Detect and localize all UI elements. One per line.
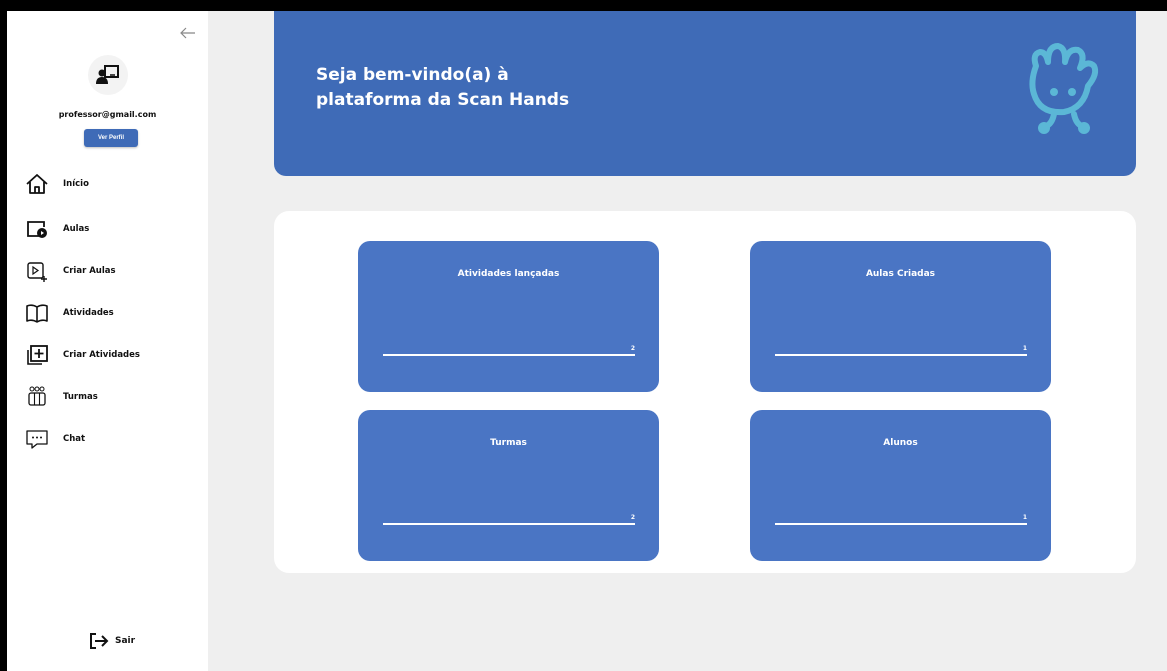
- sidebar-item-turmas[interactable]: Turmas: [25, 384, 98, 410]
- sidebar-item-label: Criar Atividades: [63, 350, 140, 360]
- card-count: 2: [630, 345, 635, 352]
- teacher-icon: [96, 65, 119, 84]
- chat-icon: [25, 426, 55, 452]
- card-divider: [775, 523, 1027, 525]
- card-divider: [383, 523, 635, 525]
- classes-icon: [25, 384, 55, 410]
- logout-icon: [90, 633, 109, 649]
- home-icon: [25, 171, 55, 197]
- card-title: Aulas Criadas: [865, 269, 936, 279]
- sidebar-item-inicio[interactable]: Início: [25, 171, 89, 197]
- welcome-banner: Seja bem-vindo(a) à plataforma da Scan H…: [274, 11, 1136, 176]
- sidebar-item-chat[interactable]: Chat: [25, 426, 85, 452]
- welcome-title: Seja bem-vindo(a) à plataforma da Scan H…: [316, 63, 569, 113]
- sidebar: professor@gmail.com Ver Perfil Início Au…: [7, 11, 208, 671]
- card-count: 1: [1022, 345, 1027, 352]
- sidebar-item-criar-aulas[interactable]: Criar Aulas: [25, 258, 116, 284]
- sidebar-item-aulas[interactable]: Aulas: [25, 216, 89, 242]
- avatar: [88, 55, 128, 95]
- collapse-sidebar-button[interactable]: [179, 25, 197, 41]
- create-video-icon: [25, 258, 55, 284]
- sidebar-item-label: Atividades: [63, 308, 114, 318]
- card-atividades-lancadas[interactable]: Atividades lançadas 2: [358, 241, 659, 392]
- sidebar-item-label: Início: [63, 179, 89, 189]
- card-divider: [775, 354, 1027, 356]
- sidebar-item-label: Turmas: [63, 392, 98, 402]
- sidebar-item-atividades[interactable]: Atividades: [25, 300, 114, 326]
- stats-panel: Atividades lançadas 2 Aulas Criadas 1 Tu…: [274, 211, 1136, 573]
- card-title: Alunos: [883, 438, 918, 448]
- video-lessons-icon: [25, 216, 55, 242]
- sidebar-item-label: Criar Aulas: [63, 266, 116, 276]
- book-icon: [25, 300, 55, 326]
- card-turmas[interactable]: Turmas 2: [358, 410, 659, 561]
- card-title: Turmas: [490, 438, 527, 448]
- add-box-icon: [25, 342, 55, 368]
- logout-button[interactable]: Sair: [89, 631, 135, 651]
- card-aulas-criadas[interactable]: Aulas Criadas 1: [750, 241, 1051, 392]
- scan-hands-mascot-icon: [1029, 43, 1099, 134]
- app-frame: professor@gmail.com Ver Perfil Início Au…: [7, 11, 1167, 671]
- sidebar-item-label: Chat: [63, 434, 86, 444]
- logout-label: Sair: [115, 636, 136, 646]
- card-alunos[interactable]: Alunos 1: [750, 410, 1051, 561]
- sidebar-item-criar-atividades[interactable]: Criar Atividades: [25, 342, 140, 368]
- welcome-line-1: Seja bem-vindo(a) à: [316, 65, 509, 85]
- arrow-left-icon: [180, 27, 195, 39]
- view-profile-button[interactable]: Ver Perfil: [84, 129, 138, 147]
- sidebar-item-label: Aulas: [63, 224, 90, 234]
- card-divider: [383, 354, 635, 356]
- user-email: professor@gmail.com: [58, 110, 157, 119]
- card-title: Atividades lançadas: [457, 269, 560, 279]
- welcome-line-2: plataforma da Scan Hands: [316, 90, 570, 110]
- card-count: 1: [1022, 514, 1027, 521]
- card-count: 2: [630, 514, 635, 521]
